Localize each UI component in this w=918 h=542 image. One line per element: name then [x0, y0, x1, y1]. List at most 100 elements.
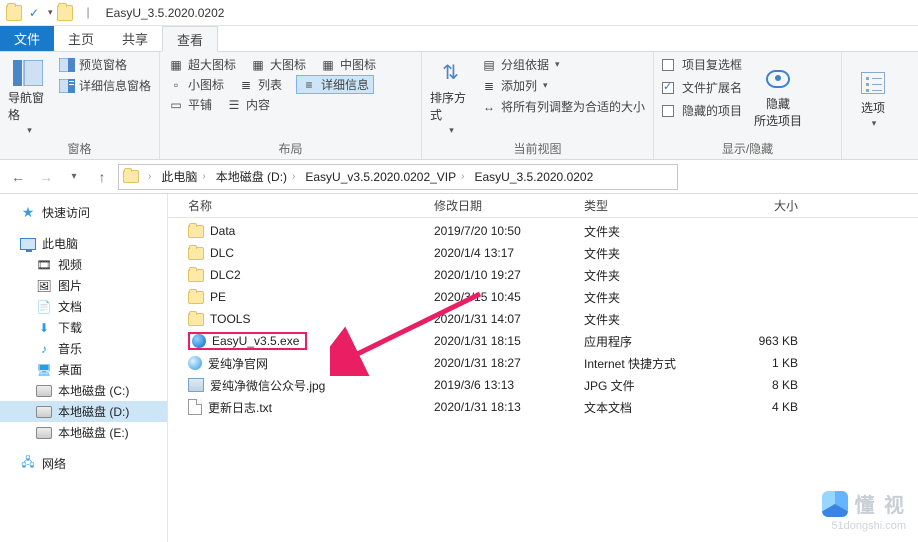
column-header-size[interactable]: 大小 [714, 197, 804, 214]
tab-share[interactable]: 共享 [108, 26, 162, 51]
group-label-show-hide: 显示/隐藏 [662, 138, 833, 157]
chevron-down-icon: ▾ [555, 59, 560, 70]
column-header-name[interactable]: 名称 [182, 197, 428, 214]
ribbon-group-current-view: ⇅ 排序方式 ▾ ▤分组依据▾ ≣添加列▾ ↔将所有列调整为合适的大小 当前视图 [422, 52, 654, 159]
size-columns-button[interactable]: ↔将所有列调整为合适的大小 [481, 98, 645, 115]
computer-icon [20, 236, 36, 252]
address-bar[interactable]: › 此电脑› 本地磁盘 (D:)› EasyU_v3.5.2020.0202_V… [118, 164, 678, 190]
sidebar-this-pc[interactable]: 此电脑 [0, 233, 167, 254]
crumb-this-pc[interactable]: 此电脑› [157, 168, 209, 185]
view-content[interactable]: ☰内容 [226, 96, 270, 113]
chevron-down-icon: ▾ [449, 125, 454, 136]
item-check-boxes-toggle[interactable]: 项目复选框 [662, 56, 742, 73]
file-row[interactable]: EasyU_v3.5.exe2020/1/31 18:15应用程序963 KB [168, 330, 918, 352]
file-date: 2020/1/31 14:07 [428, 312, 578, 326]
file-type: 文本文档 [578, 399, 714, 416]
tab-file[interactable]: 文件 [0, 26, 54, 51]
sidebar-pictures[interactable]: 🖼图片 [0, 275, 167, 296]
add-columns-button[interactable]: ≣添加列▾ [481, 77, 645, 94]
group-label-current-view: 当前视图 [430, 138, 645, 157]
column-header-type[interactable]: 类型 [578, 197, 714, 214]
file-type: 文件夹 [578, 311, 714, 328]
sidebar-drive-e[interactable]: 本地磁盘 (E:) [0, 422, 167, 443]
sidebar-quick-access[interactable]: ★快速访问 [0, 202, 167, 223]
ribbon: 导航窗格 ▾ 预览窗格 详细信息窗格 窗格 ▦超大图标 ▦大图标 ▦中图标 [0, 52, 918, 160]
file-row[interactable]: Data2019/7/20 10:50文件夹 [168, 220, 918, 242]
view-medium-icons[interactable]: ▦中图标 [320, 56, 376, 73]
file-row[interactable]: 爱纯净官网2020/1/31 18:27Internet 快捷方式1 KB [168, 352, 918, 374]
crumb-drive[interactable]: 本地磁盘 (D:)› [212, 168, 300, 185]
crumb-folder1[interactable]: EasyU_v3.5.2020.0202_VIP› [301, 170, 468, 184]
file-size: 4 KB [714, 400, 804, 414]
file-row[interactable]: PE2020/3/15 10:45文件夹 [168, 286, 918, 308]
file-name-extensions-toggle[interactable]: 文件扩展名 [662, 79, 742, 96]
hide-selected-label: 隐藏 所选项目 [754, 95, 802, 129]
ribbon-group-options: 选项 ▾ [842, 52, 904, 159]
tab-view[interactable]: 查看 [162, 26, 218, 52]
file-date: 2020/1/31 18:27 [428, 356, 578, 370]
view-extra-large-icons[interactable]: ▦超大图标 [168, 56, 236, 73]
nav-recent-button[interactable]: ▾ [62, 165, 86, 189]
file-row[interactable]: 更新日志.txt2020/1/31 18:13文本文档4 KB [168, 396, 918, 418]
folder-icon [123, 170, 139, 183]
file-row[interactable]: 爱纯净微信公众号.jpg2019/3/6 13:13JPG 文件8 KB [168, 374, 918, 396]
file-row[interactable]: DLC 2020/1/4 13:17文件夹 [168, 242, 918, 264]
navigation-pane[interactable]: ★快速访问 此电脑 🎞视频 🖼图片 📄文档 ⬇下载 ♪音乐 🖥桌面 本地磁盘 (… [0, 194, 168, 542]
qat-properties-icon[interactable]: ✓ [26, 5, 42, 21]
file-name: DLC [210, 246, 234, 260]
sidebar-music[interactable]: ♪音乐 [0, 338, 167, 359]
hide-selected-button[interactable]: 隐藏 所选项目 [752, 56, 804, 138]
sort-by-button[interactable]: ⇅ 排序方式 ▾ [430, 56, 471, 138]
sidebar-downloads[interactable]: ⬇下载 [0, 317, 167, 338]
hide-icon [762, 65, 794, 93]
net-icon [188, 356, 202, 370]
tab-home[interactable]: 主页 [54, 26, 108, 51]
file-name: Data [210, 224, 235, 238]
music-icon: ♪ [36, 341, 52, 357]
drive-icon [36, 404, 52, 420]
column-header-date[interactable]: 修改日期 [428, 197, 578, 214]
checkbox-icon [662, 59, 674, 71]
file-row[interactable]: TOOLS2020/1/31 14:07文件夹 [168, 308, 918, 330]
view-large-icons[interactable]: ▦大图标 [250, 56, 306, 73]
file-row[interactable]: DLC22020/1/10 19:27文件夹 [168, 264, 918, 286]
sidebar-drive-d[interactable]: 本地磁盘 (D:) [0, 401, 167, 422]
folder-icon [188, 269, 204, 282]
sidebar-desktop[interactable]: 🖥桌面 [0, 359, 167, 380]
crumb-folder2[interactable]: EasyU_3.5.2020.0202 [471, 170, 598, 184]
view-list[interactable]: ≣列表 [238, 75, 282, 94]
file-type: 文件夹 [578, 245, 714, 262]
options-button[interactable]: 选项 ▾ [850, 56, 896, 141]
file-date: 2019/3/6 13:13 [428, 378, 578, 392]
nav-forward-button[interactable]: → [34, 165, 58, 189]
watermark-logo-icon [822, 491, 848, 517]
folder-icon [188, 225, 204, 238]
sidebar-documents[interactable]: 📄文档 [0, 296, 167, 317]
sidebar-videos[interactable]: 🎞视频 [0, 254, 167, 275]
view-small-icons[interactable]: ▫小图标 [168, 75, 224, 94]
desktop-icon: 🖥 [36, 362, 52, 378]
small-icons-icon: ▫ [168, 77, 184, 93]
details-pane-label: 详细信息窗格 [79, 77, 151, 94]
file-name: PE [210, 290, 226, 304]
drive-icon [36, 383, 52, 399]
preview-pane-button[interactable]: 预览窗格 [59, 56, 151, 73]
hidden-items-toggle[interactable]: 隐藏的项目 [662, 102, 742, 119]
qat-dropdown-icon[interactable]: ▾ [48, 7, 53, 18]
folder-icon [188, 313, 204, 326]
crumb-root[interactable]: › [141, 171, 155, 182]
nav-back-button[interactable]: ← [6, 165, 30, 189]
details-pane-button[interactable]: 详细信息窗格 [59, 77, 151, 94]
nav-up-button[interactable]: ↑ [90, 165, 114, 189]
system-menu-icon[interactable] [6, 5, 22, 21]
file-date: 2020/1/4 13:17 [428, 246, 578, 260]
downloads-icon: ⬇ [36, 320, 52, 336]
sidebar-drive-c[interactable]: 本地磁盘 (C:) [0, 380, 167, 401]
group-by-button[interactable]: ▤分组依据▾ [481, 56, 645, 73]
navigation-pane-button[interactable]: 导航窗格 ▾ [8, 56, 49, 138]
view-tiles[interactable]: ▭平铺 [168, 96, 212, 113]
file-size: 8 KB [714, 378, 804, 392]
sidebar-network[interactable]: 🖧网络 [0, 453, 167, 474]
options-icon [857, 69, 889, 97]
view-details[interactable]: ≡详细信息 [296, 75, 374, 94]
